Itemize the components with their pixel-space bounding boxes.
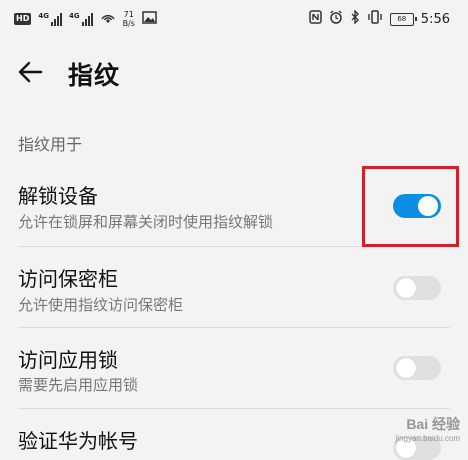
setting-title: 解锁设备 [18, 184, 98, 208]
setting-subtitle: 需要先启用应用锁 [18, 376, 139, 394]
safe-box-toggle[interactable] [393, 276, 441, 300]
vibrate-icon [367, 10, 383, 28]
bluetooth-icon [350, 9, 360, 28]
network-type-label: 4G [68, 12, 80, 20]
unlock-device-toggle[interactable] [393, 194, 441, 218]
watermark-text: Bai 经验 [406, 416, 460, 432]
toggle-knob [396, 358, 416, 378]
setting-row-huawei-id[interactable]: 验证华为帐号 [18, 409, 450, 453]
nfc-icon [309, 10, 322, 28]
section-label: 指纹用于 [18, 135, 83, 154]
network-type-label: 4G [38, 12, 49, 20]
page-title: 指纹 [68, 61, 121, 90]
network-speed-unit: B/s [122, 19, 135, 28]
setting-row-safe-box[interactable]: 访问保密柜 允许使用指纹访问保密柜 [18, 247, 450, 327]
battery-level: 68 [397, 15, 407, 23]
setting-title: 验证华为帐号 [18, 429, 138, 453]
status-bar: HD 4G 4G 71 B/s 68 5:56 [0, 0, 468, 38]
network-speed: 71 B/s [123, 10, 135, 28]
back-arrow-icon[interactable] [15, 57, 45, 87]
setting-title: 访问应用锁 [18, 348, 118, 372]
watermark-sub: jingyan.baidu.com [395, 434, 460, 443]
status-bar-right: 68 5:56 [309, 9, 450, 28]
battery-icon: 68 [389, 12, 417, 26]
app-lock-toggle[interactable] [393, 356, 441, 380]
setting-subtitle: 允许使用指纹访问保密柜 [18, 296, 184, 314]
hd-icon: HD [14, 13, 32, 25]
watermark: Bai 经验 jingyan.baidu.com [396, 414, 460, 443]
hotspot-icon [100, 11, 116, 28]
app-header: 指纹 [0, 48, 468, 96]
setting-subtitle: 允许在锁屏和屏幕关闭时使用指纹解锁 [18, 213, 274, 231]
status-bar-left: HD 4G 4G 71 B/s [14, 10, 157, 28]
alarm-icon [329, 10, 343, 28]
setting-row-app-lock[interactable]: 访问应用锁 需要先启用应用锁 [18, 328, 450, 408]
signal-4g-icon: 4G [69, 12, 93, 26]
toggle-knob [396, 278, 416, 298]
setting-title: 访问保密柜 [18, 267, 118, 291]
network-speed-value: 71 [123, 10, 134, 19]
image-notification-icon [142, 10, 157, 28]
setting-row-unlock-device[interactable]: 解锁设备 允许在锁屏和屏幕关闭时使用指纹解锁 [18, 166, 450, 246]
toggle-knob [418, 196, 438, 216]
signal-4g-icon: 4G [38, 12, 62, 26]
clock: 5:56 [420, 11, 450, 27]
